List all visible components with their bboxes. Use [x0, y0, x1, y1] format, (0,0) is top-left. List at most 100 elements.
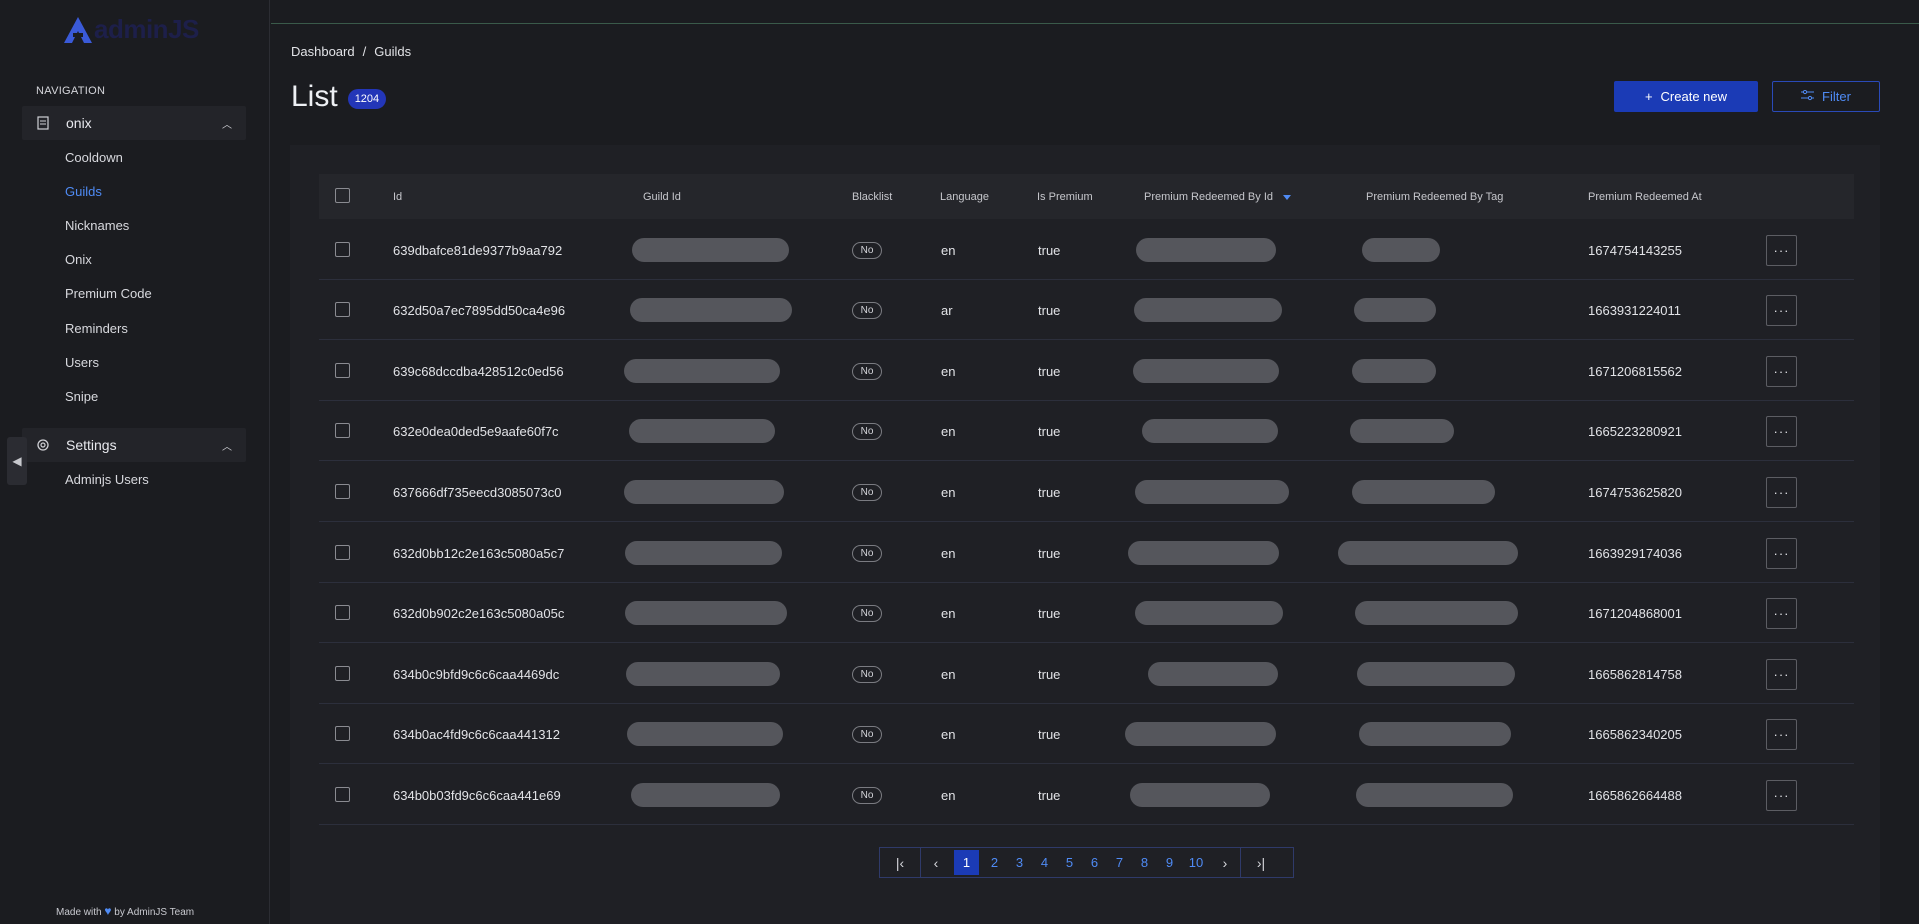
- cell-redeemed-at: 1671206815562: [1588, 364, 1682, 379]
- column-header-language[interactable]: Language: [940, 191, 989, 203]
- sidebar-item-onix[interactable]: Onix: [65, 252, 92, 267]
- column-header-blacklist[interactable]: Blacklist: [852, 191, 892, 203]
- sidebar-item-guilds[interactable]: Guilds: [65, 184, 102, 199]
- row-actions-button[interactable]: ···: [1766, 538, 1797, 569]
- nav-group-settings[interactable]: Settings ︿: [22, 428, 246, 462]
- cell-redeemed-at: 1665223280921: [1588, 424, 1682, 439]
- row-checkbox[interactable]: [335, 484, 350, 499]
- redacted-redeemed-by-tag: [1352, 480, 1495, 504]
- redacted-redeemed-by-tag: [1338, 541, 1518, 565]
- collapse-sidebar-button[interactable]: ◀: [7, 437, 27, 485]
- logo-icon: [64, 16, 92, 43]
- redacted-redeemed-by-tag: [1357, 662, 1515, 686]
- previous-page-button[interactable]: ‹: [921, 848, 951, 877]
- sidebar-item-premium-code[interactable]: Premium Code: [65, 286, 152, 301]
- adminjs-logo[interactable]: adminJS: [64, 14, 199, 45]
- page-6[interactable]: 6: [1082, 848, 1107, 877]
- column-header-redeemed-at[interactable]: Premium Redeemed At: [1588, 191, 1702, 203]
- filter-button[interactable]: Filter: [1772, 81, 1880, 112]
- last-page-button[interactable]: ›|: [1241, 848, 1281, 877]
- select-all-checkbox[interactable]: [335, 188, 350, 203]
- column-header-redeemed-by-tag[interactable]: Premium Redeemed By Tag: [1366, 191, 1503, 203]
- breadcrumb-dashboard[interactable]: Dashboard: [291, 44, 355, 59]
- sidebar-item-users[interactable]: Users: [65, 355, 99, 370]
- sidebar-item-adminjs-users[interactable]: Adminjs Users: [65, 472, 149, 487]
- chevron-up-icon[interactable]: ︿: [222, 116, 232, 131]
- sidebar-item-snipe[interactable]: Snipe: [65, 389, 98, 404]
- page-10[interactable]: 10: [1182, 848, 1210, 877]
- page-8[interactable]: 8: [1132, 848, 1157, 877]
- cell-id[interactable]: 639c68dccdba428512c0ed56: [393, 364, 564, 379]
- row-checkbox[interactable]: [335, 363, 350, 378]
- row-actions-button[interactable]: ···: [1766, 356, 1797, 387]
- blacklist-badge: No: [852, 726, 882, 743]
- redacted-redeemed-by-id: [1148, 662, 1278, 686]
- page-2[interactable]: 2: [982, 848, 1007, 877]
- row-actions-button[interactable]: ···: [1766, 659, 1797, 690]
- row-actions-button[interactable]: ···: [1766, 780, 1797, 811]
- next-page-button[interactable]: ›: [1210, 848, 1240, 877]
- cell-id[interactable]: 632d0bb12c2e163c5080a5c7: [393, 546, 564, 561]
- row-checkbox[interactable]: [335, 423, 350, 438]
- nav-group-onix[interactable]: onix ︿: [22, 106, 246, 140]
- cell-is-premium: true: [1038, 485, 1061, 500]
- page-4[interactable]: 4: [1032, 848, 1057, 877]
- page-9[interactable]: 9: [1157, 848, 1182, 877]
- redacted-guild-id: [629, 419, 775, 443]
- redacted-redeemed-by-id: [1128, 541, 1279, 565]
- redacted-guild-id: [624, 480, 784, 504]
- cell-id[interactable]: 632d0b902c2e163c5080a05c: [393, 606, 564, 621]
- page-7[interactable]: 7: [1107, 848, 1132, 877]
- row-actions-button[interactable]: ···: [1766, 416, 1797, 447]
- column-header-guild-id[interactable]: Guild Id: [643, 191, 681, 203]
- sidebar: adminJS NAVIGATION onix ︿ Cooldown Guild…: [0, 0, 270, 924]
- cell-language: en: [941, 424, 956, 439]
- cell-id[interactable]: 634b0c9bfd9c6c6caa4469dc: [393, 667, 559, 682]
- breadcrumb: Dashboard / Guilds: [291, 44, 411, 59]
- row-checkbox[interactable]: [335, 726, 350, 741]
- redacted-redeemed-by-id: [1136, 238, 1276, 262]
- row-checkbox[interactable]: [335, 787, 350, 802]
- cell-id[interactable]: 634b0b03fd9c6c6caa441e69: [393, 788, 561, 803]
- cell-id[interactable]: 632e0dea0ded5e9aafe60f7c: [393, 424, 559, 439]
- page-5[interactable]: 5: [1057, 848, 1082, 877]
- breadcrumb-guilds[interactable]: Guilds: [374, 44, 411, 59]
- cell-language: en: [941, 485, 956, 500]
- caret-left-icon: ◀: [12, 454, 22, 468]
- sidebar-item-cooldown[interactable]: Cooldown: [65, 150, 123, 165]
- blacklist-badge: No: [852, 363, 882, 380]
- page-3[interactable]: 3: [1007, 848, 1032, 877]
- sidebar-item-nicknames[interactable]: Nicknames: [65, 218, 129, 233]
- row-checkbox[interactable]: [335, 242, 350, 257]
- column-header-redeemed-by-id[interactable]: Premium Redeemed By Id: [1144, 191, 1291, 203]
- row-checkbox[interactable]: [335, 545, 350, 560]
- row-checkbox[interactable]: [335, 605, 350, 620]
- cell-id[interactable]: 639dbafce81de9377b9aa792: [393, 243, 562, 258]
- column-header-is-premium[interactable]: Is Premium: [1037, 191, 1093, 203]
- cell-language: en: [941, 606, 956, 621]
- row-actions-button[interactable]: ···: [1766, 235, 1797, 266]
- cell-id[interactable]: 634b0ac4fd9c6c6caa441312: [393, 727, 560, 742]
- chevron-up-icon[interactable]: ︿: [222, 438, 232, 453]
- redacted-redeemed-by-id: [1134, 298, 1282, 322]
- row-actions-button[interactable]: ···: [1766, 295, 1797, 326]
- row-actions-button[interactable]: ···: [1766, 477, 1797, 508]
- row-checkbox[interactable]: [335, 302, 350, 317]
- row-checkbox[interactable]: [335, 666, 350, 681]
- blacklist-badge: No: [852, 423, 882, 440]
- sidebar-item-reminders[interactable]: Reminders: [65, 321, 128, 336]
- row-actions-button[interactable]: ···: [1766, 719, 1797, 750]
- column-header-id[interactable]: Id: [393, 191, 402, 203]
- row-actions-button[interactable]: ···: [1766, 598, 1797, 629]
- redacted-redeemed-by-id: [1135, 601, 1283, 625]
- create-new-button[interactable]: + Create new: [1614, 81, 1758, 112]
- first-page-button[interactable]: |‹: [880, 848, 920, 877]
- top-bar: [271, 0, 1919, 24]
- cell-redeemed-at: 1674753625820: [1588, 485, 1682, 500]
- heart-icon: ♥: [104, 904, 112, 918]
- page-title: List 1204: [291, 80, 387, 114]
- logo-text: adminJS: [94, 14, 199, 44]
- cell-id[interactable]: 632d50a7ec7895dd50ca4e96: [393, 303, 565, 318]
- page-1[interactable]: 1: [954, 850, 979, 875]
- cell-id[interactable]: 637666df735eecd3085073c0: [393, 485, 561, 500]
